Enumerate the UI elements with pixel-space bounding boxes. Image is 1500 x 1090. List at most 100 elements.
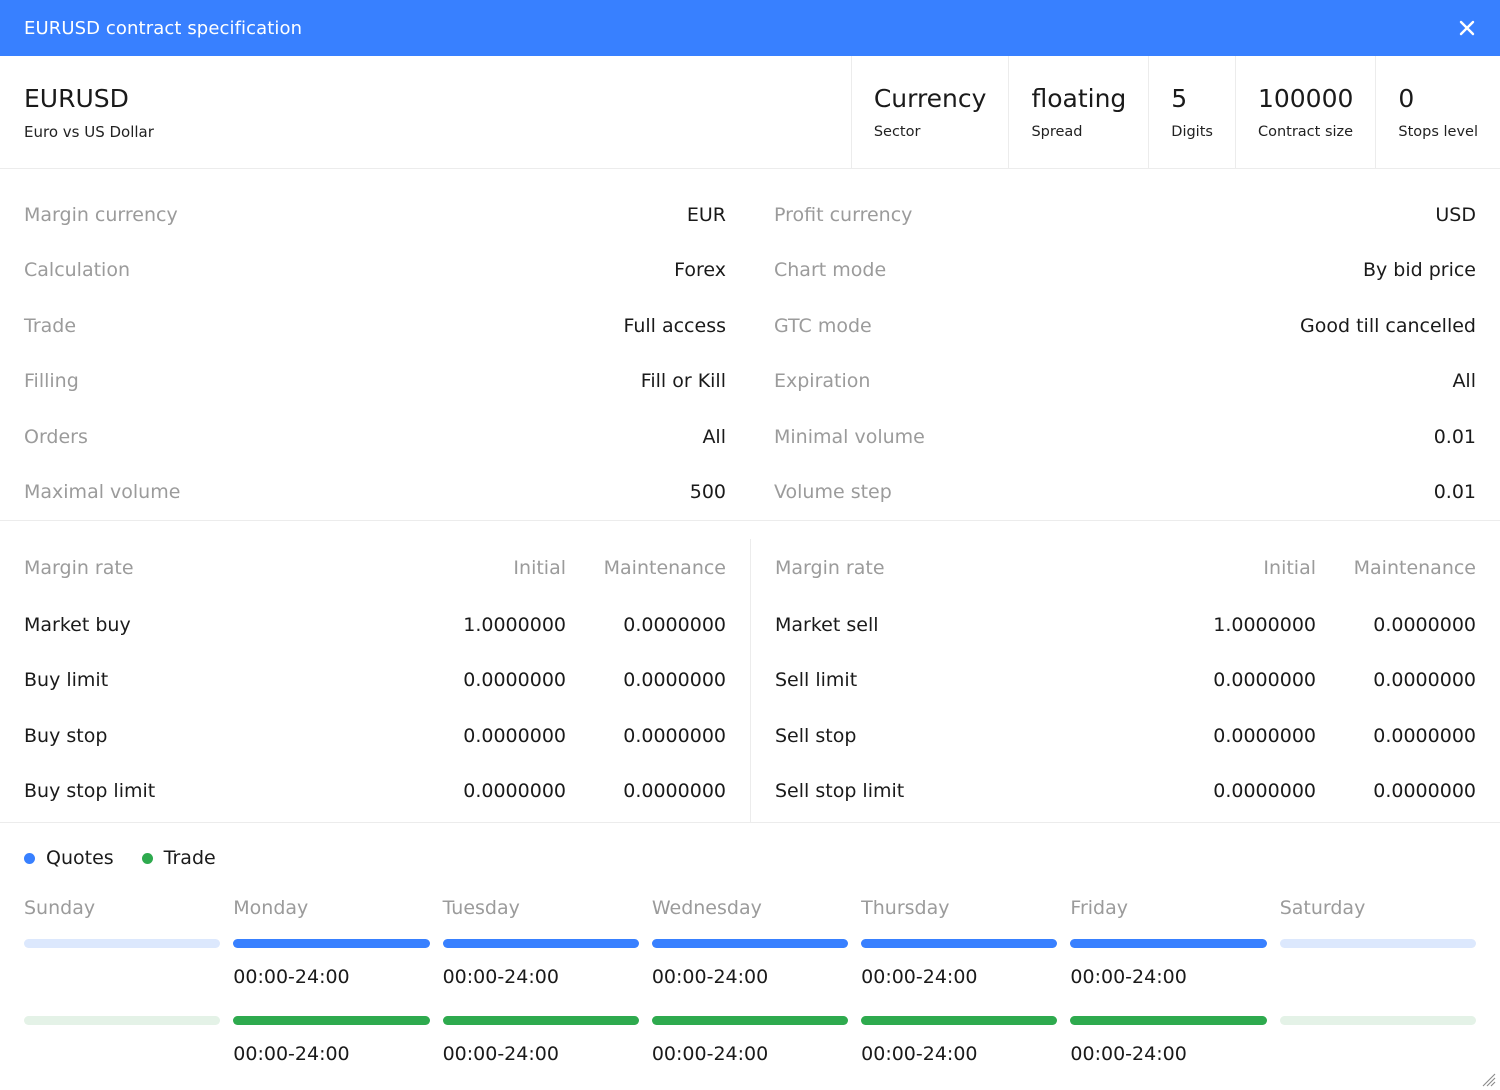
cell-initial: 0.0000000 [406,780,566,802]
quotes-session-bar[interactable] [443,939,639,948]
symbol-identity: EURUSD Euro vs US Dollar [0,56,851,168]
property-value: All [1452,370,1476,392]
schedule-legend: Quotes Trade [24,847,1476,869]
trade-session-bar[interactable] [861,1016,1057,1025]
legend-item-quotes: Quotes [24,847,114,869]
margin-rate-table-buy: Margin rate Initial Maintenance Market b… [0,539,750,822]
table-row: Sell stop limit 0.0000000 0.0000000 [775,764,1476,820]
cell-initial: 0.0000000 [1156,725,1316,747]
trade-session-time: 00:00-24:00 [652,1043,848,1069]
property-row: Trade Full access [24,298,726,354]
cell-initial: 1.0000000 [1156,614,1316,636]
property-row: Orders All [24,409,726,465]
trade-session-bar[interactable] [24,1016,220,1025]
property-value: 500 [690,481,726,503]
cell-initial: 0.0000000 [1156,780,1316,802]
property-label: Minimal volume [774,426,925,448]
stat-label: Spread [1031,124,1126,140]
trade-session-bar[interactable] [1280,1016,1476,1025]
properties-section: Margin currency EUR Calculation Forex Tr… [0,169,1500,521]
column-header-initial: Initial [1156,557,1316,579]
dialog-title: EURUSD contract specification [24,18,1444,39]
table-row: Buy stop limit 0.0000000 0.0000000 [24,764,726,820]
cell-maintenance: 0.0000000 [1316,725,1476,747]
quotes-session-bar[interactable] [652,939,848,948]
property-label: Trade [24,315,76,337]
property-label: Calculation [24,259,130,281]
row-label: Market buy [24,614,406,636]
table-header-row: Margin rate Initial Maintenance [24,539,726,597]
schedule-day-label: Saturday [1280,897,1476,939]
cell-maintenance: 0.0000000 [1316,614,1476,636]
property-label: Margin currency [24,204,178,226]
property-value: By bid price [1363,259,1476,281]
trade-session-time [1280,1043,1476,1069]
column-header-maintenance: Maintenance [1316,557,1476,579]
trade-session-bar[interactable] [233,1016,429,1025]
trade-session-bar[interactable] [1070,1016,1266,1025]
close-button[interactable] [1444,5,1490,51]
cell-maintenance: 0.0000000 [566,614,726,636]
property-value: Fill or Kill [641,370,726,392]
table-header-row: Margin rate Initial Maintenance [775,539,1476,597]
resize-grip-icon[interactable] [1482,1072,1496,1086]
quotes-session-bar[interactable] [861,939,1057,948]
quotes-dot-icon [24,853,35,864]
quotes-session-bar[interactable] [24,939,220,948]
schedule-day-label: Sunday [24,897,220,939]
properties-column-left: Margin currency EUR Calculation Forex Tr… [0,187,750,520]
property-label: Maximal volume [24,481,180,503]
schedule-day-label: Wednesday [652,897,848,939]
cell-initial: 0.0000000 [406,725,566,747]
stat-cell-spread: floating Spread [1008,56,1148,168]
stat-cell-contract-size: 100000 Contract size [1235,56,1375,168]
quotes-session-time [24,966,220,992]
trade-session-bar[interactable] [652,1016,848,1025]
stat-label: Contract size [1258,124,1353,140]
schedule-day-label: Thursday [861,897,1057,939]
close-icon [1457,18,1477,38]
trade-session-time: 00:00-24:00 [443,1043,639,1069]
property-label: Expiration [774,370,870,392]
stat-value: 5 [1171,85,1213,113]
cell-maintenance: 0.0000000 [1316,669,1476,691]
stat-value: 100000 [1258,85,1353,113]
stat-value: 0 [1398,85,1478,113]
table-row: Market buy 1.0000000 0.0000000 [24,597,726,653]
properties-column-right: Profit currency USD Chart mode By bid pr… [750,187,1500,520]
quotes-session-bar[interactable] [1070,939,1266,948]
property-label: Volume step [774,481,892,503]
trade-session-time: 00:00-24:00 [861,1043,1057,1069]
trading-schedule-section: Quotes Trade SundayMondayTuesdayWednesda… [0,823,1500,1090]
quotes-session-bar[interactable] [1280,939,1476,948]
quotes-session-bar[interactable] [233,939,429,948]
stat-label: Sector [874,124,987,140]
property-label: Filling [24,370,79,392]
symbol-name: EURUSD [24,84,851,114]
property-value: 0.01 [1434,481,1476,503]
property-value: 0.01 [1434,426,1476,448]
cell-initial: 0.0000000 [1156,669,1316,691]
property-row: Profit currency USD [774,187,1476,243]
stat-cell-stops-level: 0 Stops level [1375,56,1500,168]
quotes-session-time: 00:00-24:00 [233,966,429,992]
quotes-session-time: 00:00-24:00 [652,966,848,992]
property-row: Volume step 0.01 [774,465,1476,521]
column-header-maintenance: Maintenance [566,557,726,579]
schedule-trade-bars [24,1016,1476,1043]
property-value: Good till cancelled [1300,315,1476,337]
stat-value: floating [1031,85,1126,113]
cell-maintenance: 0.0000000 [1316,780,1476,802]
property-row: Filling Fill or Kill [24,354,726,410]
property-label: GTC mode [774,315,872,337]
property-label: Orders [24,426,88,448]
stat-cell-sector: Currency Sector [851,56,1009,168]
trade-session-bar[interactable] [443,1016,639,1025]
property-label: Chart mode [774,259,886,281]
trade-session-time [24,1043,220,1069]
schedule-quotes-bars [24,939,1476,966]
row-label: Market sell [775,614,1156,636]
schedule-quotes-times: 00:00-24:0000:00-24:0000:00-24:0000:00-2… [24,966,1476,992]
stat-value: Currency [874,85,987,113]
row-label: Sell limit [775,669,1156,691]
